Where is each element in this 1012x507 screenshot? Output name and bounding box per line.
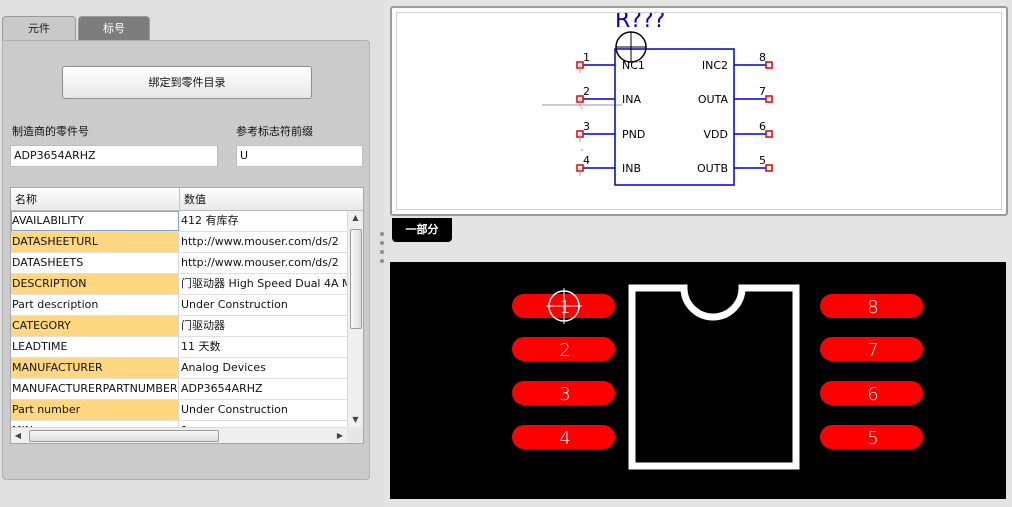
pad-number: 6	[867, 384, 878, 405]
scrollbar-corner	[347, 427, 363, 443]
pin-label: OUTA	[698, 93, 729, 106]
pin-number: 2	[583, 85, 590, 98]
pin-end	[765, 130, 773, 138]
parameters-grid: 名称 数值 AVAILABILITY 412 有库存 DATASHEETURL htt…	[10, 187, 364, 444]
column-header-name[interactable]: 名称	[15, 188, 37, 211]
grid-header: 名称 数值	[11, 188, 363, 211]
row-name-cell[interactable]: MANUFACTURERPARTNUMBER	[11, 379, 179, 399]
row-name-cell[interactable]: DATASHEETS	[11, 253, 179, 273]
row-name-cell[interactable]: DATASHEETURL	[11, 232, 179, 252]
row-name-cell[interactable]: Part number	[11, 400, 179, 420]
designator-label: R???	[615, 13, 665, 33]
row-value-cell[interactable]: 11 天数	[180, 337, 347, 357]
footprint-outline	[628, 284, 800, 470]
row-name-cell[interactable]: Part description	[11, 295, 179, 315]
row-name-cell[interactable]: LEADTIME	[11, 337, 179, 357]
pin-label: NC1	[622, 59, 645, 72]
pin-end	[765, 164, 773, 172]
horizontal-scrollbar[interactable]: ◀ ▶	[11, 427, 347, 443]
pin-number: 4	[583, 154, 590, 167]
variant-tab[interactable]: 一部分	[392, 218, 452, 242]
row-value-cell[interactable]: http://www.mouser.com/ds/2	[180, 232, 347, 252]
pad-number: 1	[559, 297, 570, 318]
designator-prefix-input[interactable]: U	[236, 145, 363, 167]
column-header-value[interactable]: 数值	[184, 188, 206, 211]
schematic-symbol: R??? 1 NC1 2 INA 3 PND 4 INB 8 INC2 7 OUTA 6 VDD 5 OUTB	[542, 13, 773, 186]
table-row[interactable]: Part description Under Construction	[11, 295, 347, 316]
row-value-cell[interactable]: 门驱动器	[180, 316, 347, 336]
pin-number: 7	[759, 85, 766, 98]
tab-parts[interactable]: 元件	[2, 16, 76, 40]
pin-number: 8	[759, 51, 766, 64]
panel-splitter-handle[interactable]	[378, 232, 386, 276]
bind-to-catalog-button[interactable]: 绑定到零件目录	[62, 66, 312, 99]
pin-label: INC2	[702, 59, 728, 72]
scroll-left-icon[interactable]: ◀	[11, 428, 25, 443]
pcb-footprint-preview: 1 2 3 4 8 7 6 5	[390, 262, 1006, 499]
column-divider[interactable]	[179, 188, 180, 211]
table-row[interactable]: DATASHEETURL http://www.mouser.com/ds/2	[11, 232, 347, 253]
row-value-cell[interactable]: Under Construction	[180, 400, 347, 420]
row-value-cell[interactable]: ADP3654ARHZ	[180, 379, 347, 399]
pad-number: 2	[559, 340, 570, 361]
table-row[interactable]: LEADTIME 11 天数	[11, 337, 347, 358]
pin-label: INB	[622, 162, 641, 175]
horizontal-scroll-thumb[interactable]	[29, 430, 219, 442]
table-row[interactable]: DATASHEETS http://www.mouser.com/ds/2	[11, 253, 347, 274]
row-value-cell[interactable]: 412 有库存	[180, 211, 347, 231]
table-row[interactable]: CATEGORY 门驱动器	[11, 316, 347, 337]
pin-label: OUTB	[697, 162, 728, 175]
row-name-cell[interactable]: DESCRIPTION	[11, 274, 179, 294]
vertical-scrollbar[interactable]: ▲ ▼	[347, 211, 363, 427]
pin-number: 3	[583, 120, 590, 133]
scroll-right-icon[interactable]: ▶	[333, 428, 347, 443]
schematic-preview: R??? 1 NC1 2 INA 3 PND 4 INB 8 INC2 7 OUTA 6 VDD 5 OUTB	[396, 12, 1002, 210]
pin-number: 5	[759, 154, 766, 167]
pad-number: 8	[867, 297, 878, 318]
table-row[interactable]: DESCRIPTION 门驱动器 High Speed Dual 4A M	[11, 274, 347, 295]
pin-number: 6	[759, 120, 766, 133]
vertical-scroll-thumb[interactable]	[350, 229, 362, 329]
footprint-graphic: 1 2 3 4 8 7 6 5	[512, 284, 923, 470]
table-row[interactable]: MANUFACTURERPARTNUMBER ADP3654ARHZ	[11, 379, 347, 400]
pin-label: PND	[622, 128, 645, 141]
manufacturer-part-label: 制造商的零件号	[12, 125, 89, 138]
scroll-down-icon[interactable]: ▼	[348, 413, 363, 427]
row-name-cell[interactable]: MANUFACTURER	[11, 358, 179, 378]
row-value-cell[interactable]: http://www.mouser.com/ds/2	[180, 253, 347, 273]
row-value-cell[interactable]: Analog Devices	[180, 358, 347, 378]
tab-designator[interactable]: 标号	[78, 16, 150, 40]
table-row[interactable]: MANUFACTURER Analog Devices	[11, 358, 347, 379]
manufacturer-part-input[interactable]: ADP3654ARHZ	[10, 145, 218, 167]
scroll-up-icon[interactable]: ▲	[348, 211, 363, 225]
designator-prefix-label: 参考标志符前缀	[236, 125, 313, 138]
grid-rows: AVAILABILITY 412 有库存 DATASHEETURL http://ww…	[11, 211, 347, 427]
row-name-cell[interactable]: CATEGORY	[11, 316, 179, 336]
left-panel: 元件 标号 绑定到零件目录 制造商的零件号 参考标志符前缀 ADP3654ARH…	[0, 0, 384, 507]
pin-end	[765, 95, 773, 103]
table-row[interactable]: AVAILABILITY 412 有库存	[11, 211, 347, 232]
pad-number: 4	[559, 428, 570, 449]
pin-end	[765, 61, 773, 69]
row-name-cell[interactable]: AVAILABILITY	[11, 211, 179, 231]
table-row[interactable]: Part number Under Construction	[11, 400, 347, 421]
pad-number: 7	[867, 340, 878, 361]
pin-label: INA	[622, 93, 641, 106]
schematic-preview-frame: R??? 1 NC1 2 INA 3 PND 4 INB 8 INC2 7 OUTA 6 VDD 5 OUTB	[390, 6, 1008, 216]
pad-number: 5	[867, 428, 878, 449]
pin-label: VDD	[704, 128, 728, 141]
row-value-cell[interactable]: Under Construction	[180, 295, 347, 315]
pad-number: 3	[559, 384, 570, 405]
pin-number: 1	[583, 51, 590, 64]
row-value-cell[interactable]: 门驱动器 High Speed Dual 4A M	[180, 274, 347, 294]
